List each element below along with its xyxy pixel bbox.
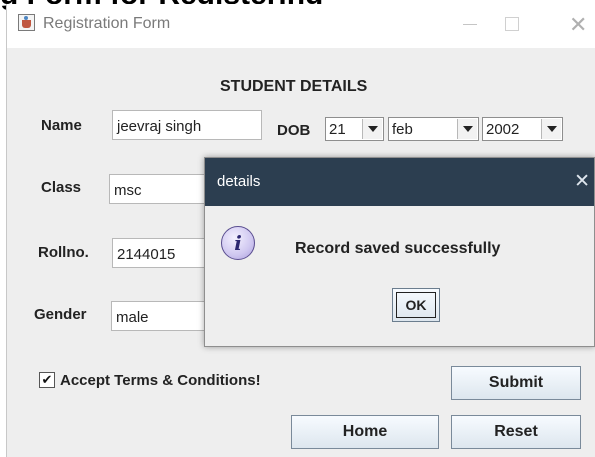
dob-year-select[interactable]: 2002 <box>482 117 563 141</box>
dialog-message: Record saved successfully <box>295 240 501 257</box>
chevron-down-icon[interactable] <box>457 119 477 139</box>
close-icon[interactable]: ✕ <box>574 170 590 193</box>
dob-day-select[interactable]: 21 <box>325 117 384 141</box>
submit-button[interactable]: Submit <box>451 366 581 400</box>
maximize-button[interactable] <box>505 17 519 31</box>
name-label: Name <box>41 117 82 134</box>
dob-year-value: 2002 <box>486 121 520 138</box>
class-field[interactable]: msc <box>109 174 219 204</box>
class-label: Class <box>41 179 82 196</box>
dialog-title: details <box>217 173 261 190</box>
minimize-button[interactable] <box>463 24 477 25</box>
form-heading: STUDENT DETAILS <box>220 78 368 95</box>
close-button[interactable]: ✕ <box>569 12 587 38</box>
title-bar: Registration Form ✕ <box>7 4 595 48</box>
name-field[interactable]: jeevraj singh <box>112 110 262 140</box>
dob-label: DOB <box>277 122 311 139</box>
home-button[interactable]: Home <box>291 415 439 449</box>
dob-month-select[interactable]: feb <box>388 117 479 141</box>
ok-button[interactable]: OK <box>392 288 440 322</box>
rollno-label: Rollno. <box>38 244 89 261</box>
reset-button[interactable]: Reset <box>451 415 581 449</box>
chevron-down-icon[interactable] <box>541 119 561 139</box>
dob-day-value: 21 <box>329 121 346 138</box>
info-icon: i <box>221 226 255 260</box>
gender-label: Gender <box>34 306 87 323</box>
window-title: Registration Form <box>43 15 171 32</box>
chevron-down-icon[interactable] <box>362 119 382 139</box>
java-app-icon <box>18 14 35 31</box>
details-dialog: details ✕ i Record saved successfully OK <box>204 157 595 347</box>
dialog-title-bar: details ✕ <box>205 158 594 206</box>
terms-checkbox[interactable]: ✔ <box>39 372 55 388</box>
dob-month-value: feb <box>392 121 413 138</box>
terms-label: Accept Terms & Conditions! <box>60 372 261 389</box>
